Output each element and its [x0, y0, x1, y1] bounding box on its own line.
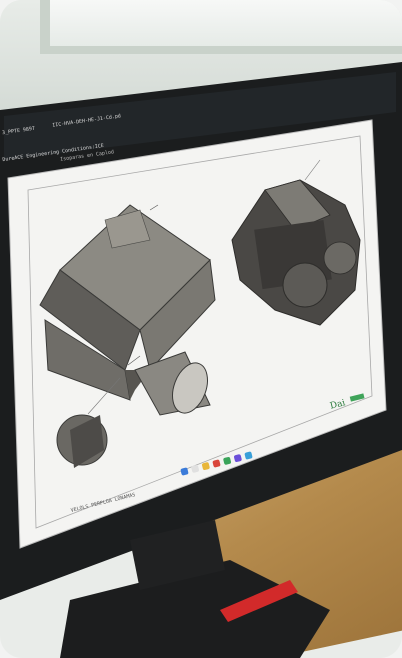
- photo-frame: 3_PPTE 9897 IIC-HVA-DEH-HE-J1-Cd.pd Dure…: [0, 0, 402, 658]
- monitor: [0, 62, 402, 658]
